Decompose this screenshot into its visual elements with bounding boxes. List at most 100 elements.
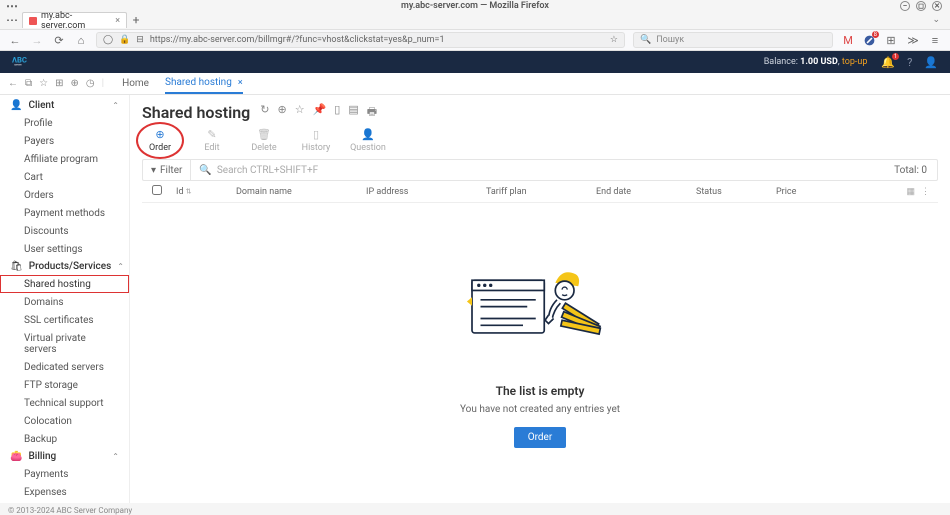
reload-icon[interactable]: ⟳ [52,34,66,47]
search-input[interactable]: 🔍 Search CTRL+SHIFT+F [191,160,884,180]
sidebar-item-support[interactable]: Technical support [0,394,129,412]
window-minimize-icon[interactable]: – [900,1,910,11]
nav-back-icon[interactable]: ← [8,34,22,47]
gmail-icon[interactable]: M [841,34,855,47]
footer-copyright: © 2013-2024 ABC Server Company [8,506,132,515]
sidebar: 👤 Client ⌃ Profile Payers Affiliate prog… [0,95,130,503]
delete-button[interactable]: 🗑 Delete [246,128,282,153]
sidebar-item-shared-hosting[interactable]: Shared hosting [0,275,129,293]
search-bar[interactable]: 🔍 Пошук [633,32,833,48]
sidebar-item-payment-methods[interactable]: Payment methods [0,204,129,222]
question-button[interactable]: 👤 Question [350,128,386,153]
sidebar-group-billing[interactable]: 👛 Billing ⌃ [0,448,129,465]
refresh-icon[interactable]: ↻ [260,103,269,122]
col-id[interactable]: Id ⇅ [172,187,232,197]
sidebar-item-colocation[interactable]: Colocation [0,412,129,430]
noscript-icon[interactable]: 8 [863,34,876,47]
sidebar-item-profile[interactable]: Profile [0,114,129,132]
sidebar-item-payers[interactable]: Payers [0,132,129,150]
sidebar-item-expenses[interactable]: Expenses [0,483,129,501]
favicon-icon [29,17,37,25]
col-ip[interactable]: IP address [362,187,482,197]
col-status[interactable]: Status [692,187,772,197]
sidebar-item-affiliate[interactable]: Affiliate program [0,150,129,168]
browser-tab[interactable]: my.abc-server.com × [22,12,127,28]
search-placeholder: Search CTRL+SHIFT+F [217,165,318,176]
sidebar-item-user-settings[interactable]: User settings [0,240,129,258]
toolbar-label: History [302,143,331,153]
user-icon[interactable]: 👤 [924,56,938,69]
sidebar-item-discounts[interactable]: Discounts [0,222,129,240]
lock-icon[interactable]: 🔒 [119,35,130,45]
notifications-icon[interactable]: 🔔1 [881,56,895,69]
filter-button[interactable]: ▾ Filter [143,160,191,180]
col-end[interactable]: End date [592,187,692,197]
sidebar-item-vps[interactable]: Virtual private servers [0,329,129,358]
app-menu-icon[interactable]: ≡ [928,34,942,47]
clock-icon[interactable]: ◷ [86,78,95,89]
pin-icon[interactable]: 📌 [313,103,327,122]
back-icon[interactable]: ← [8,78,18,89]
sort-icon: ⇅ [186,187,192,195]
sidebar-item-cart[interactable]: Cart [0,168,129,186]
columns-icon[interactable]: ▤ [348,103,358,122]
url-bar[interactable]: ◯ 🔒 ⊟ https://my.abc-server.com/billmgr#… [96,32,625,48]
new-tab-button[interactable]: + [127,13,145,27]
sidebar-group-products[interactable]: 🛍 Products/Services ⌃ [0,258,129,275]
logo[interactable]: ΛBCSERVER [12,55,40,69]
sidebar-item-orders[interactable]: Orders [0,186,129,204]
firefox-menu[interactable]: ⋯ [6,13,19,27]
col-price[interactable]: Price [772,187,872,197]
home-icon[interactable]: ⌂ [74,34,88,47]
sidebar-group-client[interactable]: 👤 Client ⌃ [0,97,129,114]
sidebar-item-ftp[interactable]: FTP storage [0,376,129,394]
columns-settings-icon[interactable]: ▦ [906,187,915,197]
extensions-icon[interactable]: ⊞ [884,34,898,47]
question-icon: 👤 [361,128,375,141]
sidebar-item-dedicated[interactable]: Dedicated servers [0,358,129,376]
search-placeholder: Пошук [656,35,684,45]
empty-order-button[interactable]: Order [514,427,567,448]
sidebar-item-payments[interactable]: Payments [0,465,129,483]
bookmark-star-icon[interactable]: ☆ [610,35,618,45]
tab-home[interactable]: Home [122,73,149,94]
plus-circle-icon[interactable]: ⊕ [71,78,79,89]
select-all-checkbox[interactable] [152,185,162,195]
star-icon[interactable]: ☆ [295,103,305,122]
toolbar-label: Order [149,143,171,153]
sidebar-icon[interactable]: ≫ [906,34,920,47]
balance-label: Balance: [764,57,798,67]
sidebar-item-ssl[interactable]: SSL certificates [0,311,129,329]
tab-shared-hosting[interactable]: Shared hosting × [165,73,243,94]
sidebar-item-backup[interactable]: Backup [0,430,129,448]
funnel-icon: ▾ [151,165,156,176]
history-button[interactable]: ▯ History [298,128,334,153]
permissions-icon[interactable]: ⊟ [136,35,144,45]
tabs-dropdown-icon[interactable]: ⌄ [932,15,940,25]
col-tariff[interactable]: Tariff plan [482,187,592,197]
help-icon[interactable]: ? [907,56,912,69]
layout-icon[interactable]: ▯ [334,103,340,122]
squares-icon[interactable]: ⧉ [25,78,32,89]
notif-badge: 1 [892,53,899,60]
tab-close-icon[interactable]: × [115,16,120,26]
star-small-icon[interactable]: ☆ [39,78,48,89]
topup-link[interactable]: top-up [842,57,868,67]
url-text: https://my.abc-server.com/billmgr#/?func… [150,35,604,45]
sidebar-group-label: Billing [28,451,56,462]
sidebar-item-domains[interactable]: Domains [0,293,129,311]
toolbar-label: Question [350,143,386,153]
order-button[interactable]: ⊕ Order [142,128,178,153]
box-icon[interactable]: ⊞ [55,78,63,89]
window-close-icon[interactable]: ✕ [932,1,942,11]
tab-shared-hosting-label: Shared hosting [165,77,232,88]
col-domain[interactable]: Domain name [232,187,362,197]
window-maximize-icon[interactable]: ◻ [916,1,926,11]
shield-icon[interactable]: ◯ [103,35,113,45]
globe-icon[interactable]: ⊕ [278,103,287,122]
edit-button[interactable]: ✎ Edit [194,128,230,153]
more-icon[interactable]: ⋮ [921,187,930,197]
print-icon[interactable]: 🖶 [367,103,377,122]
page-title: Shared hosting [142,103,250,122]
tab-close-icon[interactable]: × [238,78,243,88]
